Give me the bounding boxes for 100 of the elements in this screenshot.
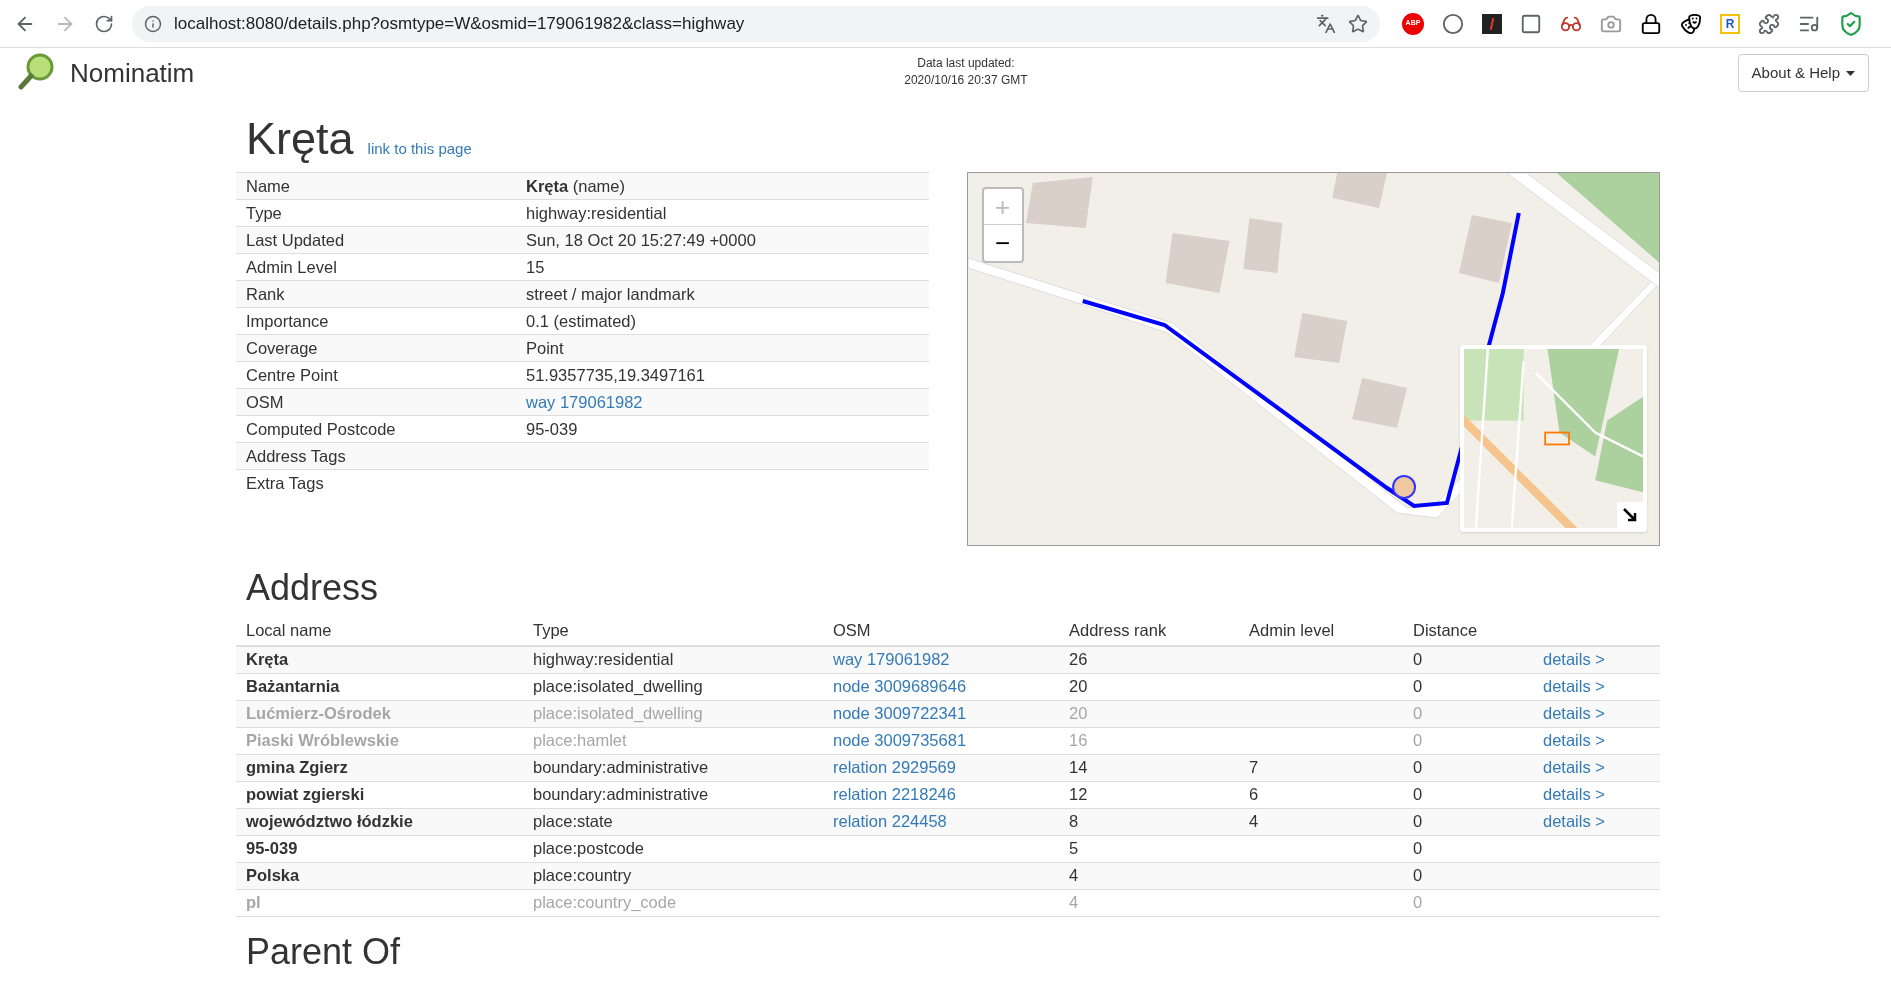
column-header: Local name <box>236 616 523 646</box>
address-heading: Address <box>246 566 380 610</box>
distance: 0 <box>1403 727 1533 754</box>
osm-link[interactable]: node 3009735681 <box>833 731 967 750</box>
parent-of-heading: Parent Of <box>246 930 402 973</box>
detail-value: street / major landmark <box>516 280 929 308</box>
column-header: OSM <box>823 616 1059 646</box>
osm-link[interactable]: relation 2929569 <box>833 758 956 777</box>
updated-date: 2020/10/16 20:37 GMT <box>904 72 1028 89</box>
details-link[interactable]: details > <box>1543 704 1605 723</box>
address-rank: 14 <box>1059 754 1239 781</box>
place-type: boundary:administrative <box>523 754 823 781</box>
admin-level: 4 <box>1249 812 1259 831</box>
place-type: place:isolated_dwelling <box>523 700 823 727</box>
url-text: localhost:8080/details.php?osmtype=W&osmid=179061982&class=highway <box>174 12 746 35</box>
detail-label: Address Tags <box>236 442 516 470</box>
detail-label: OSM <box>236 388 516 416</box>
column-header: Type <box>523 616 823 646</box>
distance: 0 <box>1403 700 1533 727</box>
osm-link[interactable]: way 179061982 <box>526 392 643 411</box>
detail-value: 15 <box>516 253 929 281</box>
detail-label: Extra Tags <box>236 469 516 497</box>
osm-link[interactable]: relation 224458 <box>833 812 947 831</box>
details-link[interactable]: details > <box>1543 758 1605 777</box>
detail-label: Admin Level <box>236 253 516 281</box>
address-bar[interactable]: localhost:8080/details.php?osmtype=W&osmid=179061982&class=highway <box>132 5 1380 42</box>
osm-link[interactable]: node 3009689646 <box>833 677 967 696</box>
address-rank: 4 <box>1059 862 1239 889</box>
page-title: Kręta <box>246 112 354 166</box>
detail-label: Coverage <box>236 334 516 362</box>
place-type: place:isolated_dwelling <box>523 673 823 700</box>
frame-icon[interactable] <box>1520 12 1542 35</box>
place-type: place:postcode <box>523 835 823 862</box>
caret-icon <box>1846 70 1855 76</box>
place-type: place:state <box>523 808 823 835</box>
extension-icon[interactable] <box>1482 13 1502 34</box>
address-rank: 16 <box>1059 727 1239 754</box>
detail-value: Kręta (name) <box>516 172 929 200</box>
detail-value: 95-039 <box>516 415 929 443</box>
detail-value: highway:residential <box>516 199 929 227</box>
address-rank: 4 <box>1059 889 1239 916</box>
address-rank: 20 <box>1059 673 1239 700</box>
extensions-icon[interactable] <box>1758 12 1780 35</box>
place-name: 95-039 <box>236 835 523 862</box>
place-name: Lućmierz-Ośrodek <box>236 700 523 727</box>
extension-icon[interactable]: R <box>1720 13 1740 34</box>
details-link[interactable]: details > <box>1543 812 1605 831</box>
updated-label: Data last updated: <box>917 55 1015 72</box>
place-type: place:hamlet <box>523 727 823 754</box>
details-link[interactable]: details > <box>1543 731 1605 750</box>
detail-label: Last Updated <box>236 226 516 254</box>
detail-label: Centre Point <box>236 361 516 389</box>
place-name: gmina Zgierz <box>236 754 523 781</box>
address-rank: 12 <box>1059 781 1239 808</box>
distance: 0 <box>1403 646 1533 673</box>
distance: 0 <box>1403 889 1533 916</box>
osm-link[interactable]: relation 2218246 <box>833 785 956 804</box>
detail-label: Rank <box>236 280 516 308</box>
reload-icon[interactable] <box>94 13 114 34</box>
place-type: place:country_code <box>523 889 823 916</box>
place-type: place:country <box>523 862 823 889</box>
detail-value: Sun, 18 Oct 20 15:27:49 +0000 <box>516 226 929 254</box>
column-header: Distance <box>1403 616 1533 646</box>
mask-icon[interactable] <box>1680 12 1702 35</box>
circle-icon[interactable] <box>1442 12 1464 35</box>
distance: 0 <box>1403 808 1533 835</box>
distance: 0 <box>1403 835 1533 862</box>
detail-value: Point <box>516 334 929 362</box>
osm-link[interactable]: way 179061982 <box>833 650 950 669</box>
info-icon[interactable] <box>144 14 162 33</box>
translate-icon[interactable] <box>1316 13 1336 34</box>
details-link[interactable]: details > <box>1543 785 1605 804</box>
place-name: pl <box>236 889 523 916</box>
column-header: Address rank <box>1059 616 1239 646</box>
place-name: Kręta <box>236 646 523 673</box>
lock-icon[interactable] <box>1640 12 1662 35</box>
column-header: Admin level <box>1239 616 1403 646</box>
detail-label: Importance <box>236 307 516 335</box>
admin-level: 6 <box>1249 785 1259 804</box>
place-type: boundary:administrative <box>523 781 823 808</box>
place-name: Polska <box>236 862 523 889</box>
place-name: Bażantarnia <box>236 673 523 700</box>
details-link[interactable]: details > <box>1543 650 1605 669</box>
distance: 0 <box>1403 673 1533 700</box>
place-name: województwo łódzkie <box>236 808 523 835</box>
detail-value: 0.1 (estimated) <box>516 307 929 335</box>
about-help-dropdown[interactable]: About & Help <box>1737 54 1869 92</box>
shield-icon[interactable] <box>1838 10 1864 37</box>
detail-value: 51.9357735,19.3497161 <box>516 361 929 389</box>
detail-label: Name <box>236 172 516 200</box>
detail-label: Computed Postcode <box>236 415 516 443</box>
place-name: powiat zgierski <box>236 781 523 808</box>
brand-title[interactable]: Nominatim <box>70 54 195 93</box>
bookmark-star-icon[interactable] <box>1348 13 1368 34</box>
details-link[interactable]: details > <box>1543 677 1605 696</box>
osm-link[interactable]: node 3009722341 <box>833 704 967 723</box>
distance: 0 <box>1403 781 1533 808</box>
address-rank: 26 <box>1059 646 1239 673</box>
admin-level: 7 <box>1249 758 1259 777</box>
permalink-link[interactable]: link to this page <box>367 137 472 160</box>
